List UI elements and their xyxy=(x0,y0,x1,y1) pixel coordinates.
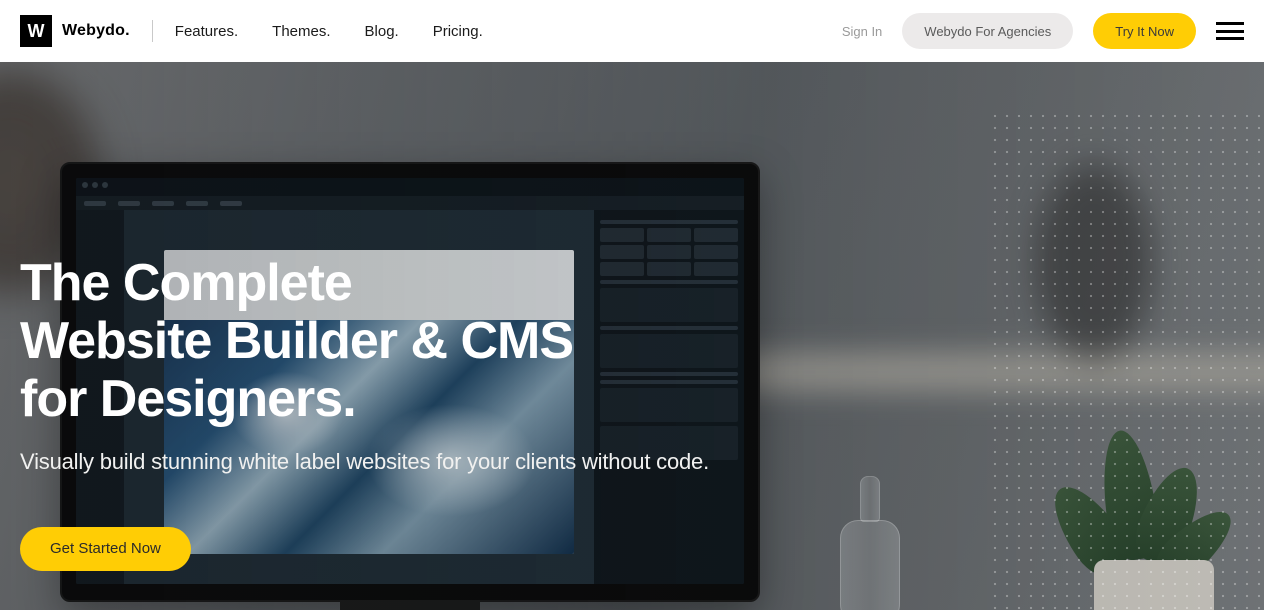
signin-link[interactable]: Sign In xyxy=(842,24,882,39)
hamburger-menu-icon[interactable] xyxy=(1216,22,1244,40)
hero-content: The Complete Website Builder & CMS for D… xyxy=(20,254,709,571)
hero-title-line2: Website Builder & CMS xyxy=(20,312,573,370)
primary-nav: Features. Themes. Blog. Pricing. xyxy=(175,23,483,40)
agencies-button[interactable]: Webydo For Agencies xyxy=(902,13,1073,49)
hero-title-line1: The Complete xyxy=(20,254,352,312)
try-it-now-button[interactable]: Try It Now xyxy=(1093,13,1196,49)
nav-blog[interactable]: Blog. xyxy=(365,23,399,40)
nav-features[interactable]: Features. xyxy=(175,23,238,40)
hero-subtitle: Visually build stunning white label webs… xyxy=(20,449,709,475)
brand-name[interactable]: Webydo. xyxy=(62,22,130,40)
nav-pricing[interactable]: Pricing. xyxy=(433,23,483,40)
site-header: W Webydo. Features. Themes. Blog. Pricin… xyxy=(0,0,1264,62)
header-actions: Sign In Webydo For Agencies Try It Now xyxy=(842,13,1244,49)
nav-themes[interactable]: Themes. xyxy=(272,23,330,40)
hero-title: The Complete Website Builder & CMS for D… xyxy=(20,254,709,429)
hero-section: The Complete Website Builder & CMS for D… xyxy=(0,62,1264,610)
logo-mark[interactable]: W xyxy=(20,15,52,47)
logo-letter: W xyxy=(28,21,45,42)
hero-title-line3: for Designers. xyxy=(20,370,356,428)
header-divider xyxy=(152,20,153,42)
get-started-button[interactable]: Get Started Now xyxy=(20,527,191,571)
